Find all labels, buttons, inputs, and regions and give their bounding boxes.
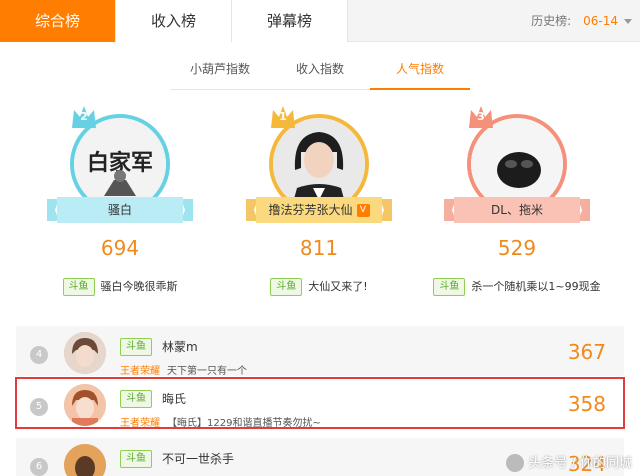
rank-number: 2 xyxy=(80,110,88,123)
rank-number: 6 xyxy=(30,458,48,476)
rank-number: 1 xyxy=(279,110,287,123)
chevron-down-icon xyxy=(624,19,632,24)
verified-icon: V xyxy=(356,204,370,217)
popularity-score: 694 xyxy=(100,236,140,260)
tab-income[interactable]: 收入榜 xyxy=(116,0,232,42)
podium-rank-3[interactable]: 3 DL、拖米 529 斗鱼 杀一个随机乘以1~99现金 xyxy=(432,96,602,306)
platform-badge: 斗鱼 xyxy=(120,338,152,356)
watermark-text: 头条号 / 你的同城 xyxy=(528,455,632,471)
stream-title: 天下第一只有一个 xyxy=(167,366,247,377)
platform-badge: 斗鱼 xyxy=(120,450,152,468)
stream-title: 【晦氏】1229和谐直播节奏勿扰~ xyxy=(167,418,321,429)
streamer-name[interactable]: 林蒙m xyxy=(162,338,198,355)
history-label: 历史榜: xyxy=(531,14,572,28)
crown-icon: 1 xyxy=(268,102,298,132)
platform-badge: 斗鱼 xyxy=(433,278,466,296)
avatar-image-icon xyxy=(64,384,106,426)
ranking-tabbar: 综合榜 收入榜 弹幕榜 历史榜: 06-14 xyxy=(0,0,640,42)
streamer-name[interactable]: 晦氏 xyxy=(162,390,186,407)
tab-danmaku[interactable]: 弹幕榜 xyxy=(232,0,348,42)
avatar[interactable] xyxy=(64,384,106,426)
name-ribbon: DL、拖米 xyxy=(444,197,590,223)
streamer-name[interactable]: 不可一世杀手 xyxy=(162,450,234,467)
avatar[interactable] xyxy=(64,444,106,476)
streamer-name[interactable]: 撸法芬芳张大仙 xyxy=(268,203,352,217)
list-item[interactable]: 4 斗鱼 林蒙m 王者荣耀 天下第一只有一个 367 xyxy=(16,326,624,377)
stream-desc-row: 斗鱼 大仙又来了! xyxy=(234,278,404,296)
rank-number: 4 xyxy=(30,346,48,364)
name-ribbon: 撸法芬芳张大仙 V xyxy=(246,197,392,223)
rank-number: 3 xyxy=(477,110,485,123)
platform-badge: 斗鱼 xyxy=(270,278,303,296)
stream-title: 骚白今晚很乖斯 xyxy=(100,280,178,293)
podium-rank-1[interactable]: 1 撸法芬芳张大仙 V 811 斗鱼 大仙又来了! xyxy=(234,96,404,306)
streamer-name[interactable]: DL、拖米 xyxy=(491,203,543,217)
tab-overall[interactable]: 综合榜 xyxy=(0,0,116,42)
watermark-logo-icon xyxy=(506,454,525,472)
platform-badge: 斗鱼 xyxy=(62,278,95,296)
popularity-score: 811 xyxy=(299,236,339,260)
avatar-image-icon xyxy=(64,444,106,476)
crown-icon: 3 xyxy=(466,102,496,132)
game-category[interactable]: 王者荣耀 xyxy=(120,362,160,377)
stream-title: 杀一个随机乘以1~99现金 xyxy=(471,280,601,293)
avatar[interactable] xyxy=(64,332,106,374)
podium-rank-2[interactable]: 白家军 2 骚白 694 斗鱼 骚白今晚很乖斯 xyxy=(35,96,205,306)
stream-desc-row: 斗鱼 杀一个随机乘以1~99现金 xyxy=(422,278,612,296)
rank-number: 5 xyxy=(30,398,48,416)
crown-icon: 2 xyxy=(69,102,99,132)
history-date: 06-14 xyxy=(583,14,618,28)
list-item-highlighted[interactable]: 5 斗鱼 晦氏 王者荣耀 【晦氏】1229和谐直播节奏勿扰~ 358 xyxy=(15,377,625,429)
avatar-image-icon xyxy=(64,332,106,374)
game-category[interactable]: 王者荣耀 xyxy=(120,414,160,429)
stream-desc-row: 斗鱼 骚白今晚很乖斯 xyxy=(35,278,205,296)
popularity-score: 529 xyxy=(497,236,537,260)
streamer-name[interactable]: 骚白 xyxy=(108,203,132,217)
popularity-score: 358 xyxy=(567,392,606,416)
subtab-popularity-index[interactable]: 人气指数 xyxy=(370,56,470,90)
index-subtabs: 小葫芦指数 收入指数 人气指数 xyxy=(170,56,470,90)
watermark: 头条号 / 你的同城 xyxy=(506,452,632,472)
subtab-hulu-index[interactable]: 小葫芦指数 xyxy=(170,56,270,88)
stream-title: 大仙又来了! xyxy=(308,280,368,293)
popularity-score: 367 xyxy=(567,340,606,364)
subtab-income-index[interactable]: 收入指数 xyxy=(270,56,370,88)
name-ribbon: 骚白 xyxy=(47,197,193,223)
platform-badge: 斗鱼 xyxy=(120,390,152,408)
history-selector[interactable]: 历史榜: 06-14 xyxy=(531,0,632,42)
